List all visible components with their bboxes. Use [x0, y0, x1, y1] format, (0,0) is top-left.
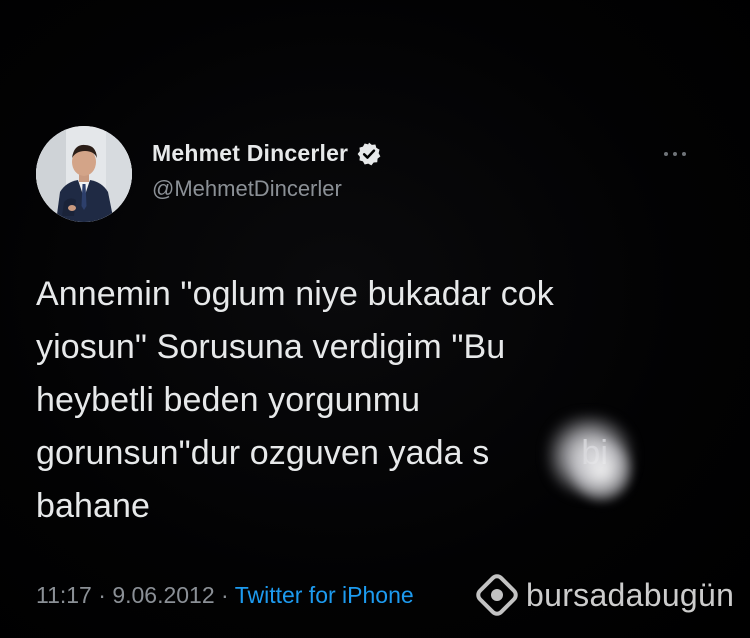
tweet-source-link[interactable]: Twitter for iPhone	[235, 582, 414, 608]
watermark: bursadabugün	[474, 572, 734, 618]
tweet-screenshot: Mehmet Dincerler @MehmetDincerler Annemi…	[0, 0, 750, 638]
tweet-text-line-4-head: gorunsun"dur ozguven yada s	[36, 434, 490, 472]
tweet-text-line: yiosun" Sorusuna verdigim "Bu	[36, 328, 506, 366]
more-dot	[682, 152, 686, 156]
tweet-date[interactable]: 9.06.2012	[112, 582, 214, 608]
tweet-text-line: Annemin "oglum niye bukadar cok	[36, 275, 554, 313]
author-name-row[interactable]: Mehmet Dincerler	[152, 140, 382, 167]
watermark-text: bursadabugün	[526, 576, 735, 613]
tweet-time[interactable]: 11:17	[36, 582, 92, 608]
more-dot	[664, 152, 668, 156]
meta-separator: ·	[221, 582, 229, 608]
avatar[interactable]	[36, 126, 132, 222]
tweet-meta: 11:17 · 9.06.2012 · Twitter for iPhone	[36, 582, 414, 609]
verified-badge-icon	[356, 141, 382, 167]
avatar-portrait	[36, 126, 132, 222]
censor-blur-highlight	[572, 440, 632, 502]
meta-separator: ·	[98, 582, 106, 608]
author-display-name[interactable]: Mehmet Dincerler	[152, 140, 348, 167]
bursadabugun-logo-icon	[474, 572, 520, 618]
more-dot	[673, 152, 677, 156]
more-options-icon[interactable]	[664, 146, 700, 162]
author-handle[interactable]: @MehmetDincerler	[152, 176, 342, 202]
